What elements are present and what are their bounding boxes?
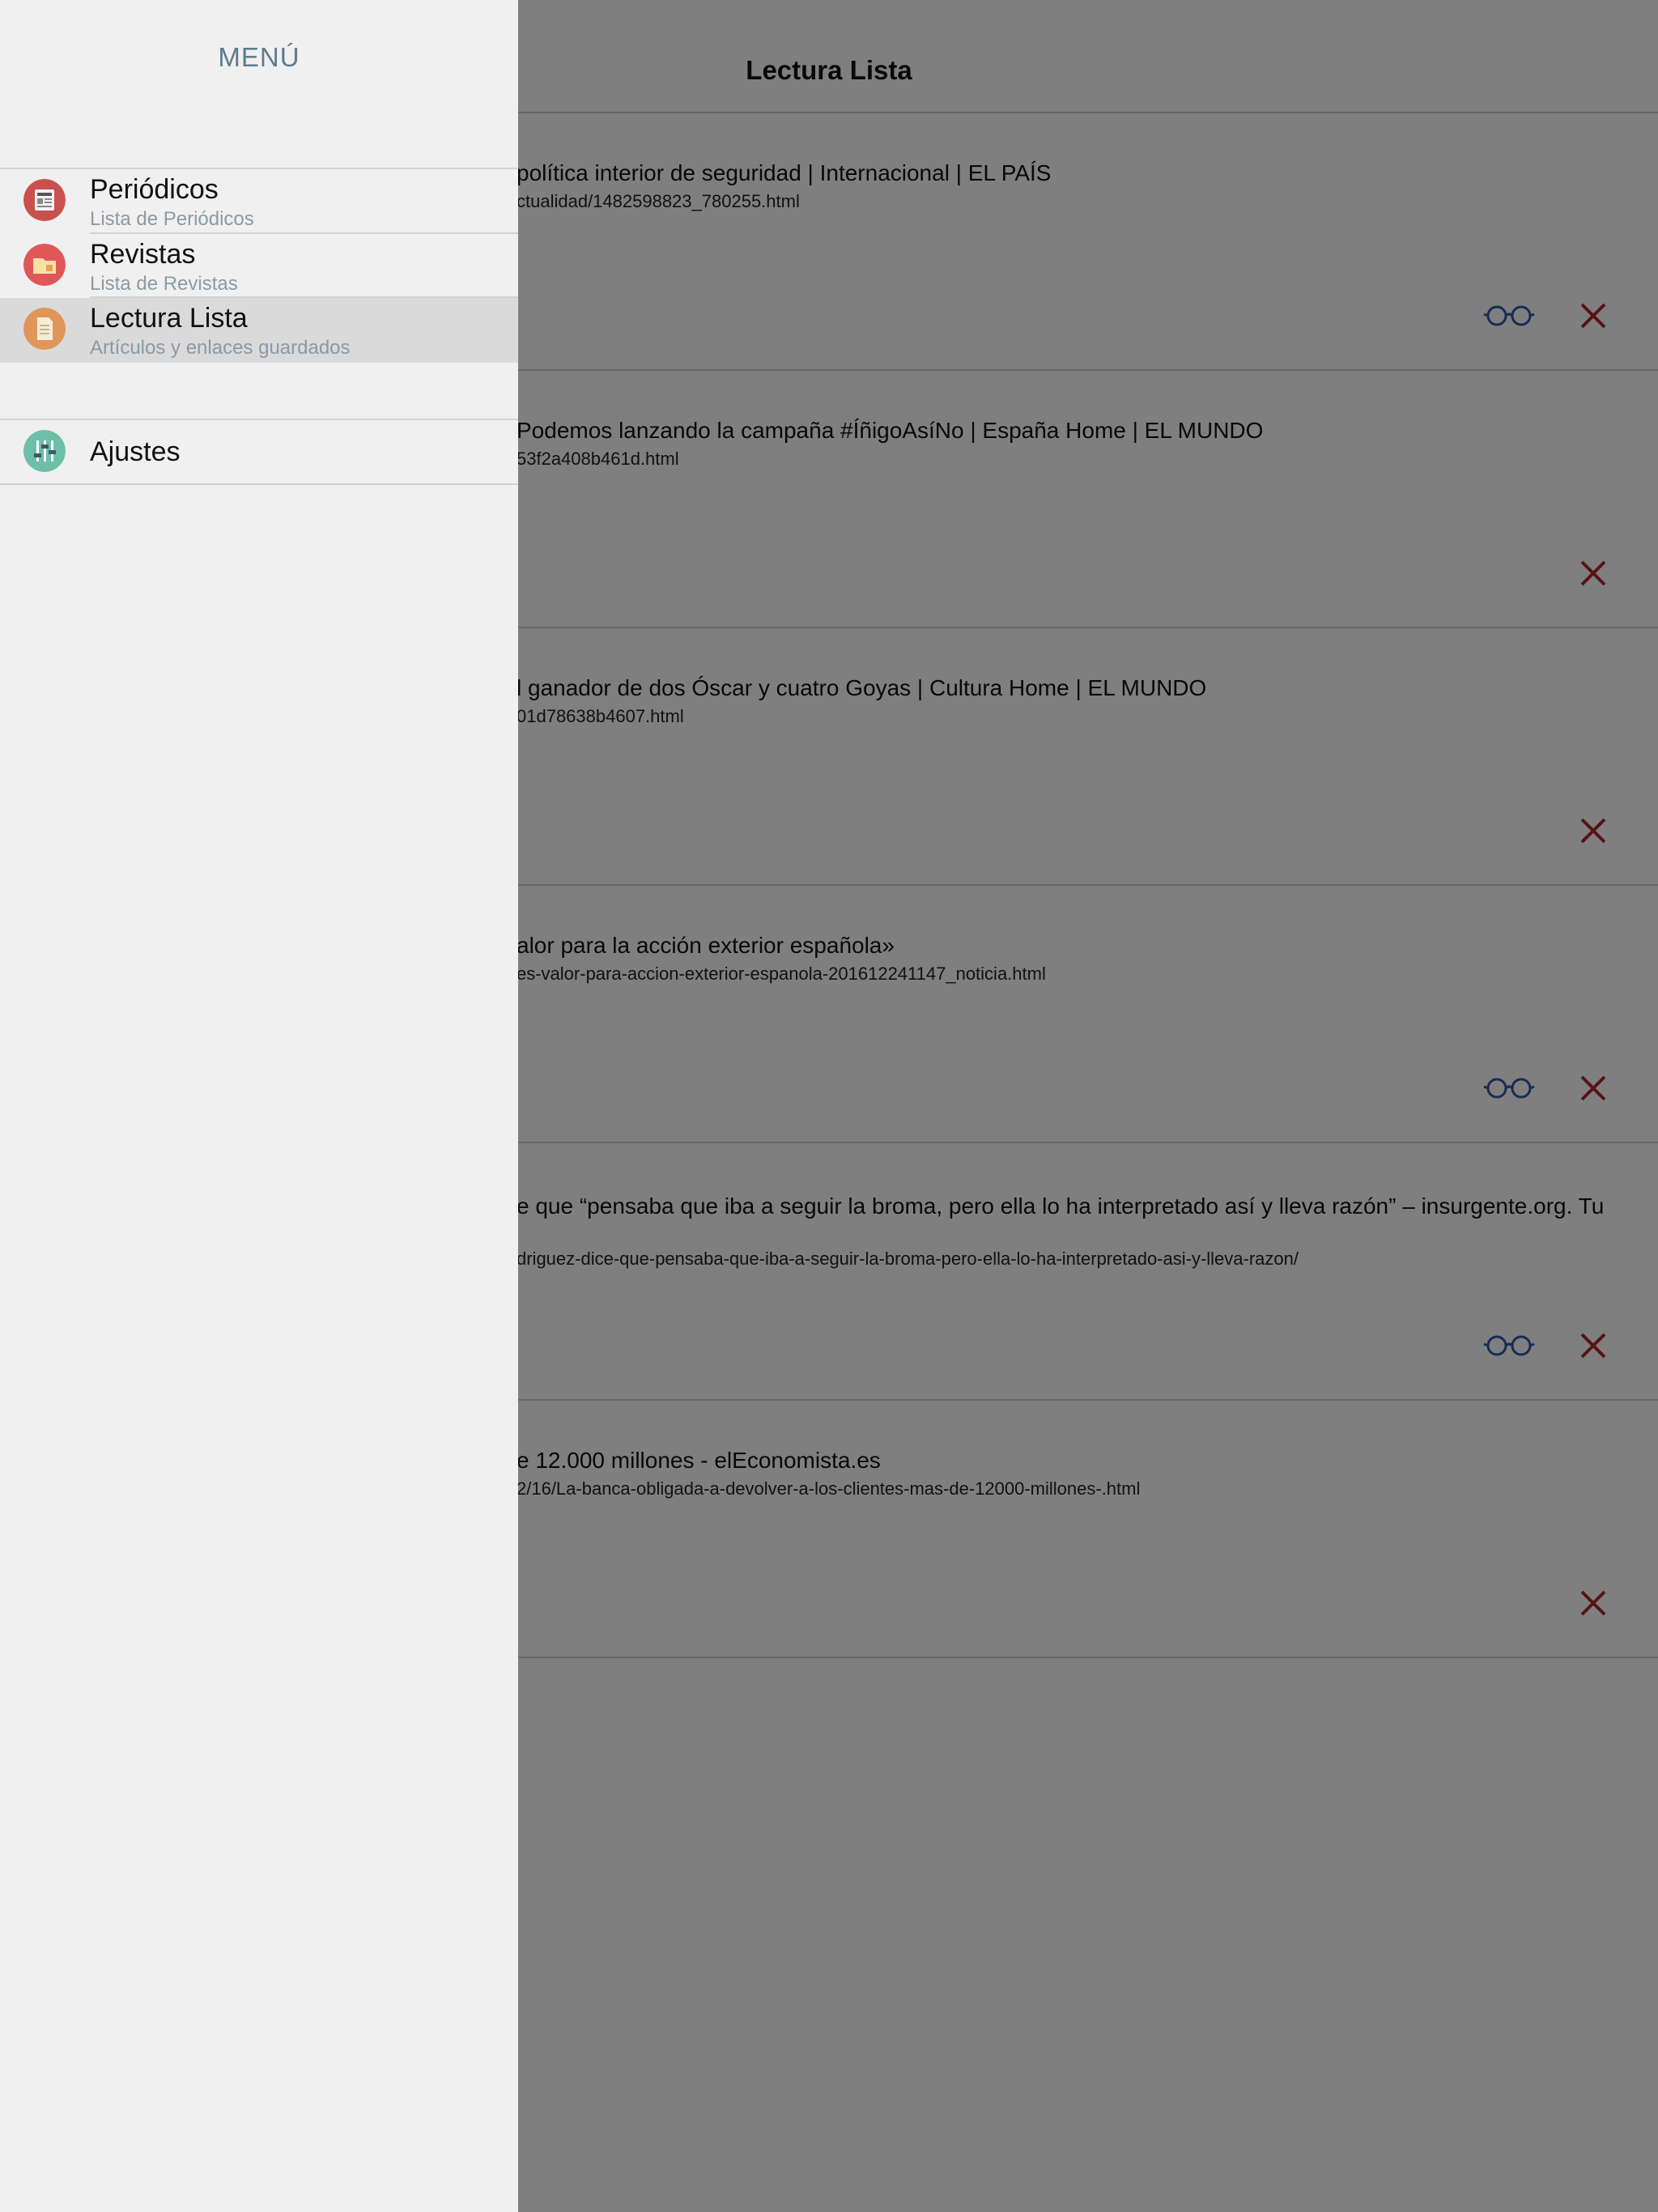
menu-item-subtitle: Artículos y enlaces guardados — [90, 337, 351, 359]
divider — [0, 483, 518, 485]
menu-item-label: Lectura Lista — [90, 303, 248, 334]
newspaper-icon — [23, 179, 66, 221]
menu-item-periodicos[interactable]: Periódicos Lista de Periódicos — [0, 169, 518, 234]
side-menu: MENÚ Periódicos Lista de Periódicos Revi… — [0, 0, 518, 2212]
menu-title: MENÚ — [218, 42, 300, 72]
menu-item-label: Revistas — [90, 239, 196, 270]
menu-item-ajustes[interactable]: Ajustes — [0, 420, 518, 485]
magazine-icon — [23, 244, 66, 286]
menu-item-label: Ajustes — [90, 436, 181, 467]
document-icon — [23, 308, 66, 350]
menu-item-lectura-lista[interactable]: Lectura Lista Artículos y enlaces guarda… — [0, 298, 518, 363]
menu-item-label: Periódicos — [90, 174, 219, 205]
menu-item-revistas[interactable]: Revistas Lista de Revistas — [0, 234, 518, 299]
menu-item-subtitle: Lista de Revistas — [90, 273, 238, 295]
menu-item-subtitle: Lista de Periódicos — [90, 208, 254, 230]
sliders-icon — [23, 430, 66, 472]
